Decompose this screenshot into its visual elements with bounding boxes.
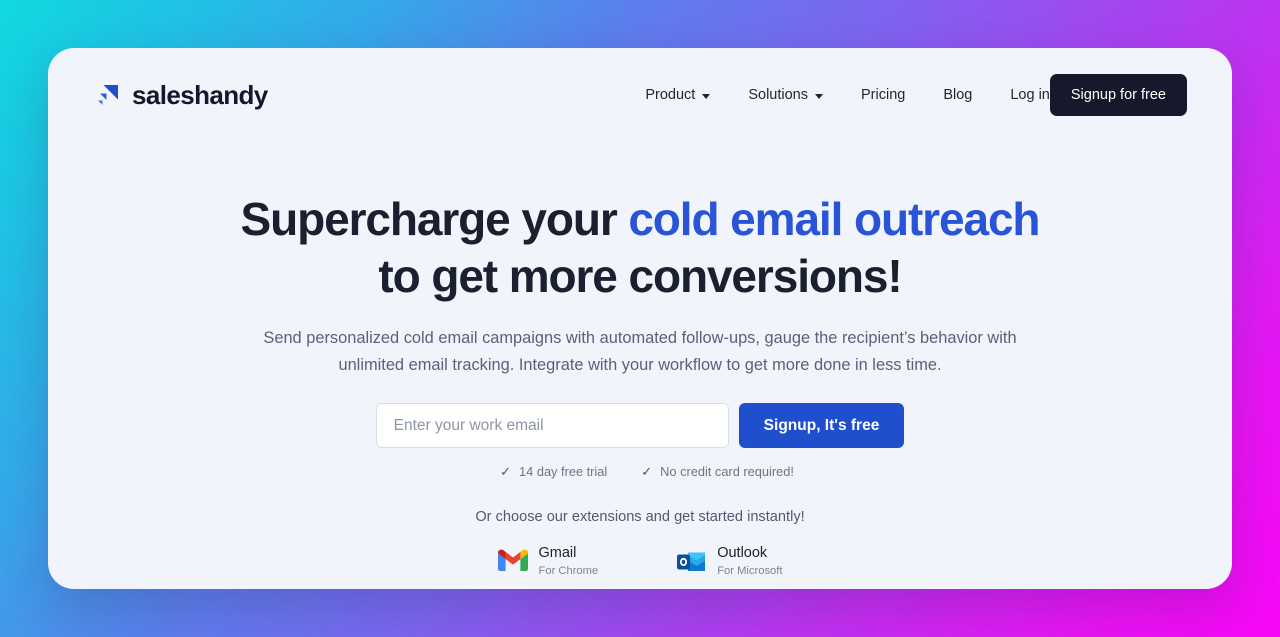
nav-item-solutions[interactable]: Solutions [748, 79, 823, 111]
main-nav: Product Solutions Pricing Blog Log in Si… [645, 74, 1187, 116]
nav-label-login: Log in [1010, 87, 1050, 103]
work-email-input[interactable] [375, 403, 729, 449]
outlook-icon [676, 549, 706, 575]
hero-subheadline: Send personalized cold email campaigns w… [263, 329, 1017, 374]
saleshandy-arrow-icon [95, 82, 121, 108]
page-title: Supercharge your cold email outreach to … [48, 196, 1232, 299]
extension-gmail[interactable]: Gmail For Chrome [497, 545, 599, 578]
headline-line2: to get more conversions! [378, 250, 902, 302]
extensions-list: Gmail For Chrome Outlook For Microsoft [48, 545, 1232, 578]
chevron-down-icon [702, 93, 711, 99]
extensions-label: Or choose our extensions and get started… [475, 509, 805, 526]
extension-gmail-name: Gmail [538, 545, 577, 562]
nav-label-blog: Blog [943, 87, 973, 103]
nav-label-solutions: Solutions [748, 87, 808, 103]
extension-gmail-sub: For Chrome [538, 564, 599, 577]
nav-item-product[interactable]: Product [645, 79, 711, 111]
nav-item-pricing[interactable]: Pricing [861, 79, 905, 111]
perk-no-credit-card: ✓ No credit card required! [641, 464, 794, 479]
chevron-down-icon [815, 93, 823, 99]
nav-label-pricing: Pricing [861, 87, 906, 103]
brand-logo[interactable]: saleshandy [95, 80, 268, 111]
perks-list: ✓ 14 day free trial ✓ No credit card req… [48, 464, 1232, 479]
nav-item-blog[interactable]: Blog [943, 79, 972, 111]
check-icon: ✓ [641, 464, 653, 480]
extension-outlook[interactable]: Outlook For Microsoft [676, 545, 782, 578]
headline-part1: Supercharge your [240, 193, 629, 245]
nav-label-product: Product [645, 87, 696, 103]
hero-section: Supercharge your cold email outreach to … [48, 142, 1232, 578]
site-header: saleshandy Product Solutions Pricing Blo… [48, 48, 1232, 142]
hero-signup-button[interactable]: Signup, It's free [738, 403, 905, 449]
extension-gmail-text: Gmail For Chrome [539, 545, 599, 578]
perk-label-no-credit-card: No credit card required! [660, 464, 794, 480]
extension-outlook-text: Outlook For Microsoft [717, 545, 782, 578]
headline-accent: cold email outreach [628, 193, 1040, 245]
check-icon: ✓ [500, 464, 512, 480]
page-card: saleshandy Product Solutions Pricing Blo… [48, 48, 1232, 589]
signup-for-free-button[interactable]: Signup for free [1049, 74, 1187, 116]
gmail-icon [497, 549, 528, 575]
perk-free-trial: ✓ 14 day free trial [500, 464, 607, 479]
brand-name: saleshandy [132, 79, 268, 110]
nav-item-login[interactable]: Log in [1010, 79, 1050, 111]
perk-label-free-trial: 14 day free trial [519, 464, 608, 480]
extension-outlook-sub: For Microsoft [717, 564, 783, 577]
signup-form: Signup, It's free [48, 403, 1232, 449]
extension-outlook-name: Outlook [717, 545, 768, 562]
